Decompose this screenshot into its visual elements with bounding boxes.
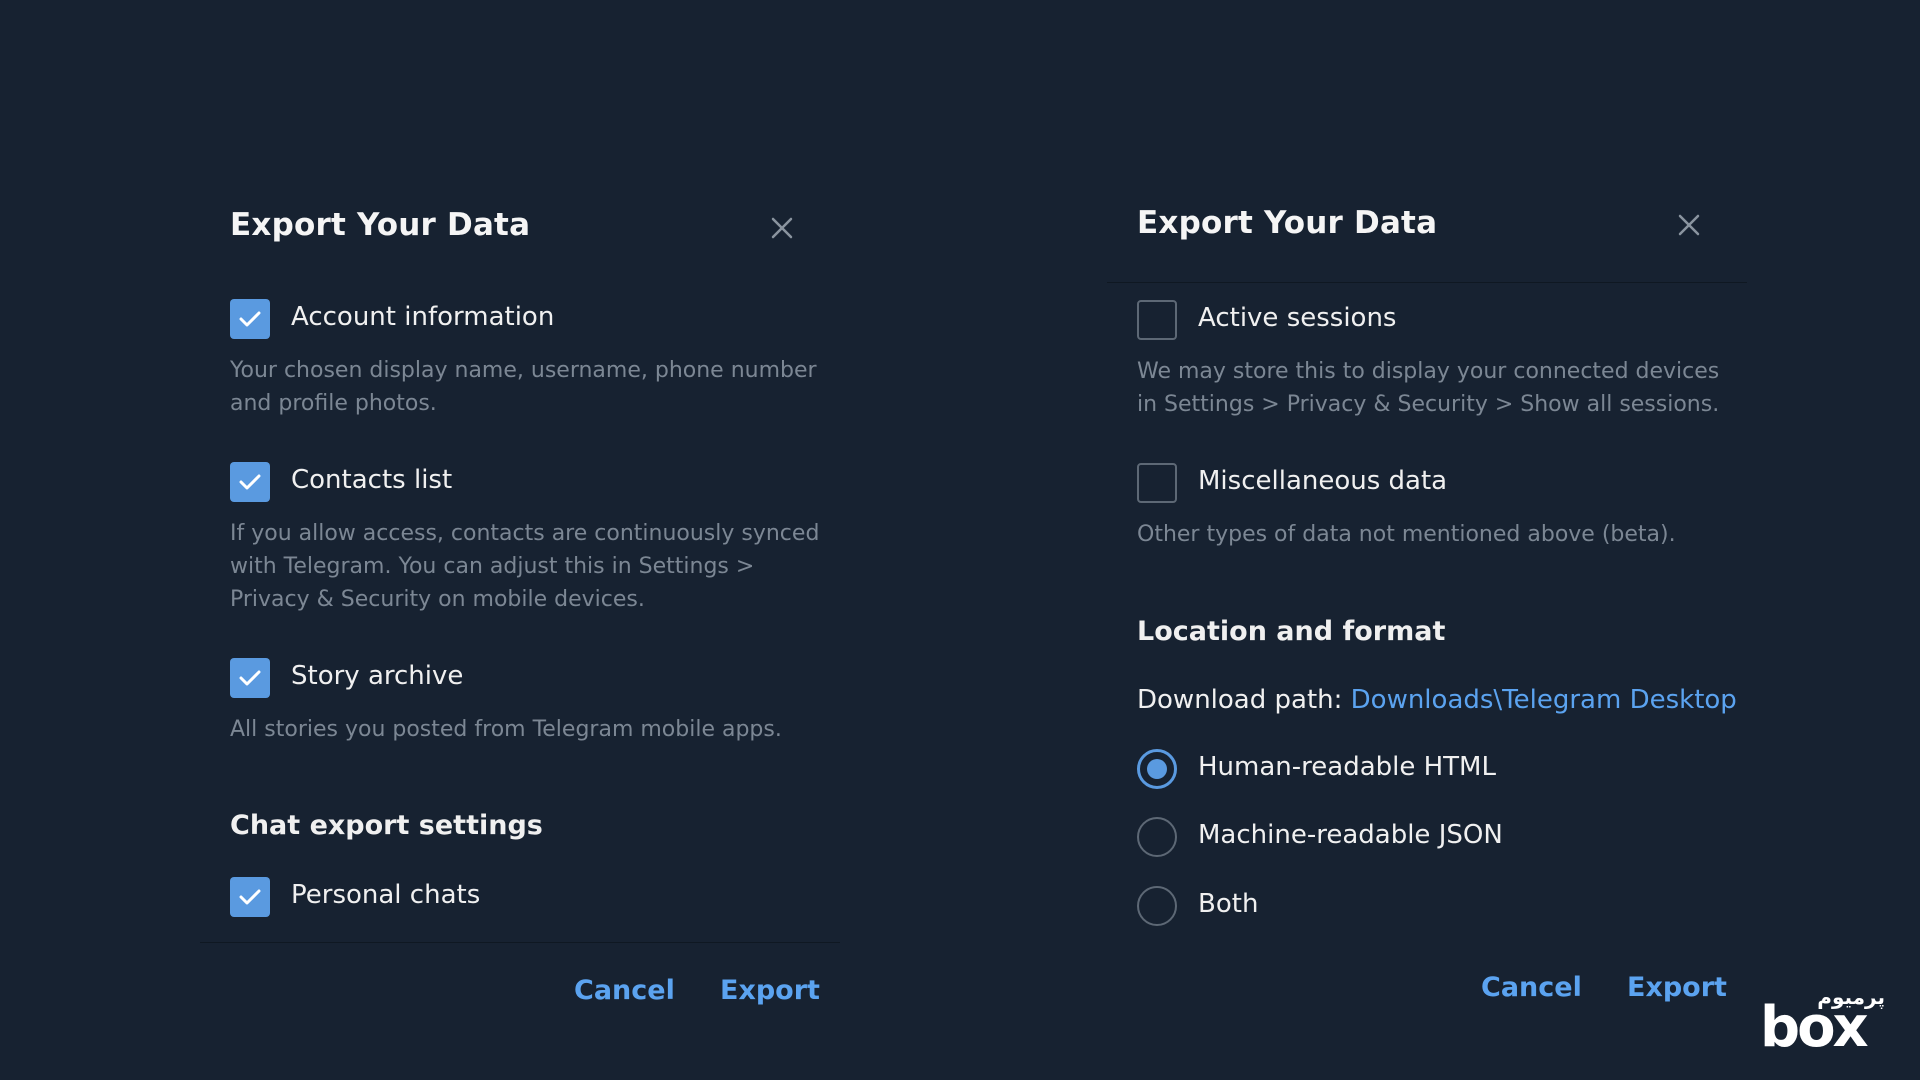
check-icon <box>239 889 261 905</box>
checkbox-checked <box>230 877 270 917</box>
close-button[interactable] <box>1674 210 1704 240</box>
option-label: Active sessions <box>1198 303 1397 333</box>
option-label: Account information <box>291 302 555 332</box>
checkbox-checked <box>230 462 270 502</box>
option-description: If you allow access, contacts are contin… <box>230 521 820 612</box>
dialog-title: Export Your Data <box>230 207 531 243</box>
export-button[interactable]: Export <box>720 975 820 1006</box>
section-title: Chat export settings <box>230 810 543 841</box>
checkbox-checked <box>230 658 270 698</box>
option-label: Both <box>1198 889 1259 919</box>
check-icon <box>239 670 261 686</box>
dialog-title: Export Your Data <box>1137 205 1438 241</box>
download-path-link[interactable]: Downloads\Telegram Desktop <box>1351 685 1737 715</box>
checkbox-checked <box>230 299 270 339</box>
watermark-brand: box <box>1760 995 1869 1060</box>
section-title: Location and format <box>1137 616 1446 647</box>
close-icon <box>1678 214 1700 236</box>
checkbox-unchecked <box>1137 463 1177 503</box>
radio-unselected <box>1137 886 1177 926</box>
cancel-button[interactable]: Cancel <box>574 975 675 1006</box>
option-label: Story archive <box>291 661 464 691</box>
option-label: Human-readable HTML <box>1198 752 1496 782</box>
option-label: Miscellaneous data <box>1198 466 1448 496</box>
option-label: Machine-readable JSON <box>1198 820 1503 850</box>
option-description: Your chosen display name, username, phon… <box>230 358 817 416</box>
option-label: Contacts list <box>291 465 453 495</box>
export-button[interactable]: Export <box>1627 972 1727 1003</box>
footer-divider <box>200 942 840 943</box>
close-button[interactable] <box>767 213 797 243</box>
checkbox-unchecked <box>1137 300 1177 340</box>
download-path-label: Download path: <box>1137 685 1351 715</box>
export-dialog-left: Export Your Data Account information You… <box>200 0 840 1080</box>
close-icon <box>771 217 793 239</box>
option-label: Personal chats <box>291 880 481 910</box>
option-description: Other types of data not mentioned above … <box>1137 522 1676 547</box>
download-path-row: Download path: Downloads\Telegram Deskto… <box>1137 685 1737 715</box>
header-divider <box>1107 282 1747 283</box>
check-icon <box>239 311 261 327</box>
radio-unselected <box>1137 817 1177 857</box>
cancel-button[interactable]: Cancel <box>1481 972 1582 1003</box>
export-dialog-right: Export Your Data Active sessions We may … <box>1107 0 1747 1080</box>
option-description: All stories you posted from Telegram mob… <box>230 717 782 742</box>
watermark-logo: پرمیوم box <box>1760 985 1885 1060</box>
radio-selected <box>1137 749 1177 789</box>
option-description: We may store this to display your connec… <box>1137 359 1720 417</box>
check-icon <box>239 474 261 490</box>
